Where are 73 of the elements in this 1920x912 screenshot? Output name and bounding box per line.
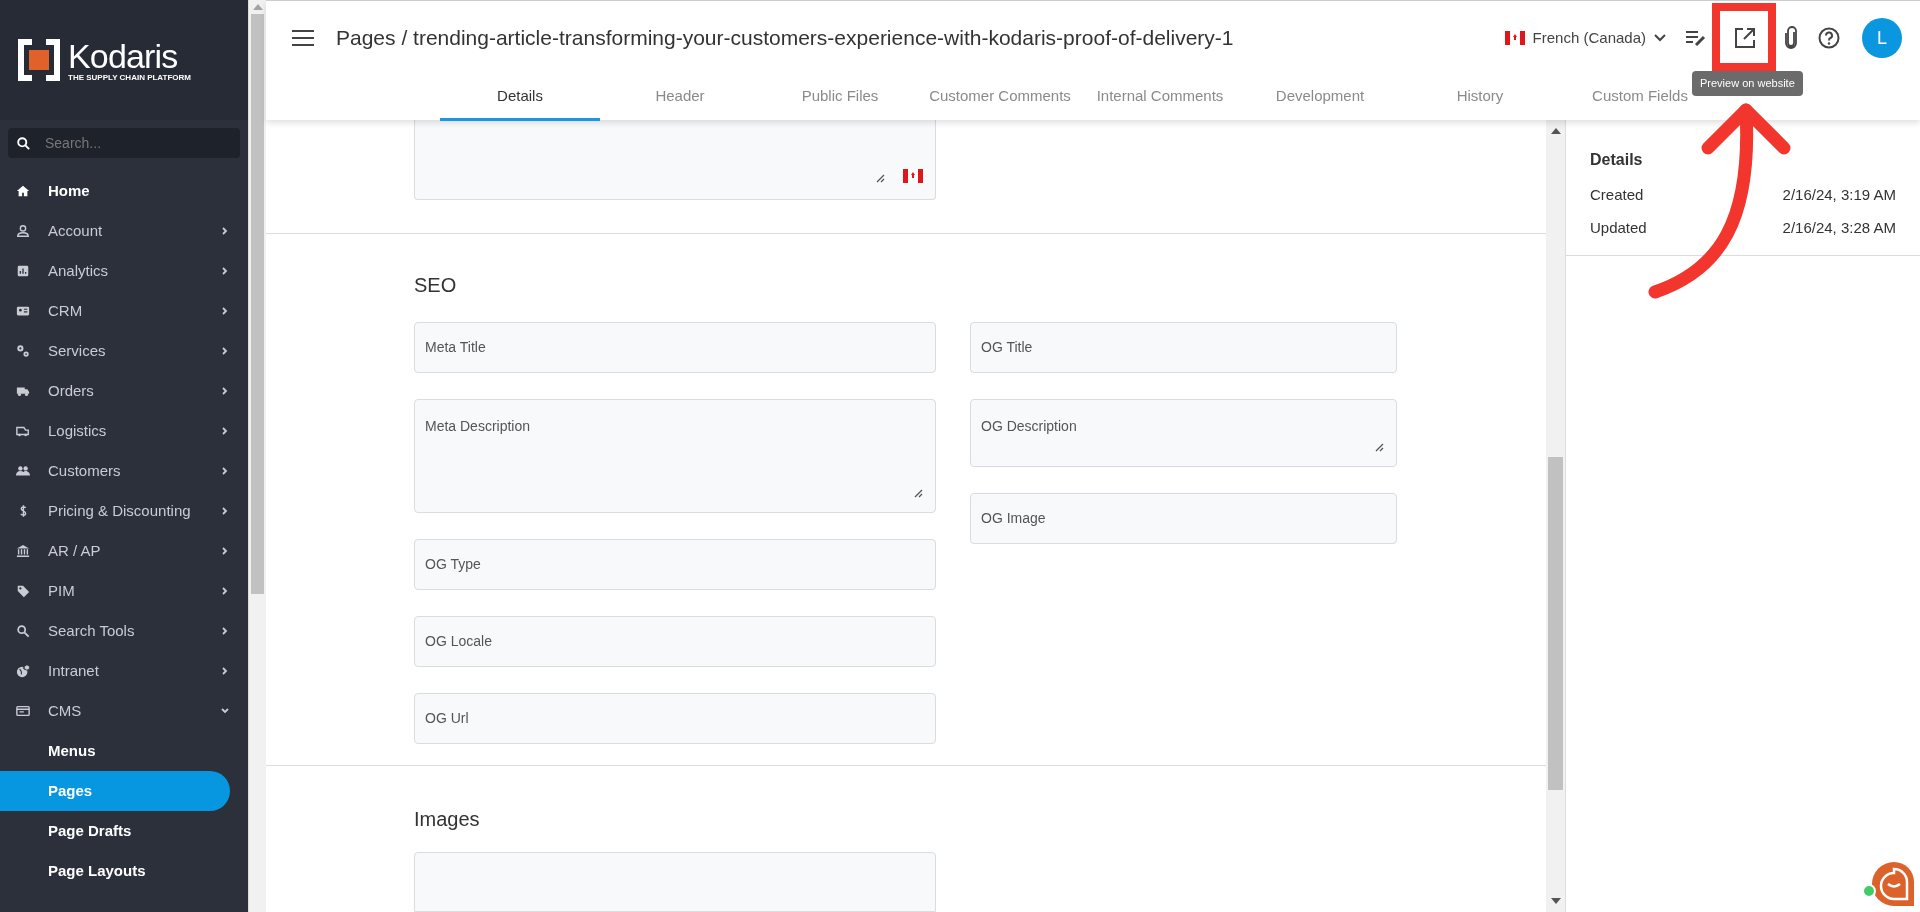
nav-item[interactable]: PIM (0, 571, 248, 611)
text-area[interactable]: OG Description (970, 399, 1397, 468)
nav-item[interactable]: Orders (0, 371, 248, 411)
input-field[interactable]: OG Locale (414, 616, 936, 668)
logo-text: Kodaris (68, 38, 179, 73)
nav-subitem[interactable]: Menus (0, 731, 230, 771)
tab[interactable]: Customer Comments (920, 75, 1080, 121)
search-field[interactable]: Search... (8, 128, 240, 158)
scrollbar-thumb[interactable] (1548, 457, 1563, 790)
sidebar-scrollbar[interactable] (248, 0, 266, 912)
detail-label: Created (1590, 185, 1644, 205)
canada-flag-icon (903, 169, 923, 183)
nav-icon (16, 704, 30, 718)
nav-icon (16, 264, 30, 278)
scrollbar-thumb[interactable] (251, 14, 264, 594)
nav-icon (16, 344, 30, 358)
content-scrollbar[interactable] (1546, 120, 1565, 912)
help-icon[interactable] (1818, 27, 1840, 49)
canada-flag-icon (1504, 31, 1525, 45)
input-field[interactable]: OG Image (970, 493, 1397, 545)
nav-icon (16, 664, 30, 678)
text-area[interactable]: Meta Description (414, 399, 936, 514)
tab[interactable]: Internal Comments (1080, 75, 1240, 121)
nav-item[interactable]: Pricing & Discounting (0, 491, 248, 531)
detail-label: Updated (1590, 217, 1647, 238)
nav-icon (16, 584, 30, 598)
menu-icon[interactable] (292, 30, 314, 46)
input-field[interactable]: OG Url (414, 693, 936, 745)
detail-value: 2/16/24, 3:28 AM (1782, 217, 1896, 238)
nav-item[interactable]: Account (0, 211, 248, 251)
search-icon (16, 136, 31, 151)
nav-icon (16, 224, 30, 238)
nav-subitem[interactable]: Page Drafts (0, 811, 230, 851)
nav-item[interactable]: CMS (0, 691, 248, 731)
nav-icon (16, 544, 30, 558)
section-heading: Images (414, 807, 481, 832)
section-heading: SEO (414, 273, 458, 299)
input-field[interactable]: Meta Title (414, 322, 936, 374)
logo-tagline: THE SUPPLY CHAIN PLATFORM (68, 72, 191, 82)
tab[interactable]: Header (600, 75, 760, 121)
input-field[interactable]: OG Title (970, 322, 1397, 374)
tooltip: Preview on website (1692, 71, 1803, 96)
highlight-frame (1712, 3, 1776, 71)
detail-value: 2/16/24, 3:19 AM (1782, 185, 1896, 205)
external-link-icon[interactable] (1734, 27, 1756, 49)
nav-subitem[interactable]: Page Layouts (0, 851, 230, 891)
nav-item[interactable]: Search Tools (0, 611, 248, 651)
resize-handle-icon (876, 174, 885, 183)
nav-item[interactable]: Logistics (0, 411, 248, 451)
nav-item[interactable]: Intranet (0, 651, 248, 691)
page-title: Pages / trending-article-transforming-your-customers-experience-with-kodaris-proof-of-delivery-1 (336, 25, 1234, 52)
nav-item[interactable]: Services (0, 331, 248, 371)
nav-icon (16, 424, 30, 438)
nav-icon (16, 304, 30, 318)
language-dropdown[interactable]: French (Canada) (1504, 26, 1666, 50)
nav-icon (16, 464, 30, 478)
resize-handle-icon (914, 489, 923, 499)
nav-item[interactable]: CRM (0, 291, 248, 331)
panel-heading: Details (1590, 150, 1644, 170)
nav-item[interactable]: Home (0, 171, 248, 211)
nav-item[interactable]: Customers (0, 451, 248, 491)
paperclip-icon[interactable] (1784, 26, 1798, 50)
edit-list-icon[interactable] (1686, 30, 1706, 46)
nav-icon (16, 184, 30, 198)
input-field[interactable] (414, 852, 936, 912)
chat-widget-icon[interactable] (1862, 860, 1917, 908)
chevron-down-icon (1654, 34, 1666, 42)
nav-item[interactable]: Analytics (0, 251, 248, 291)
nav-icon (16, 624, 30, 638)
logo-icon (18, 39, 60, 81)
nav-item[interactable]: AR / AP (0, 531, 248, 571)
resize-handle-icon (1375, 443, 1384, 453)
input-field[interactable]: OG Type (414, 539, 936, 591)
